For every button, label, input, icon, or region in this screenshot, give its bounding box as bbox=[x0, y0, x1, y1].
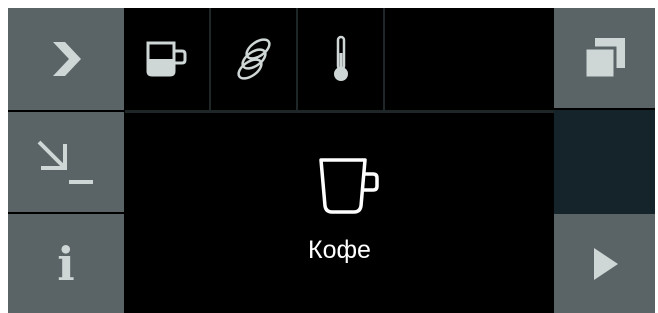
drink-label: Кофе bbox=[308, 236, 371, 264]
next-menu-button[interactable] bbox=[8, 8, 124, 110]
temperature-tile[interactable] bbox=[298, 8, 383, 110]
coffee-cup-icon bbox=[319, 158, 379, 214]
strip-divider bbox=[125, 110, 554, 113]
options-strip bbox=[125, 8, 553, 111]
arrow-down-right-icon bbox=[37, 140, 93, 184]
descale-button[interactable] bbox=[8, 112, 124, 212]
cup-size-tile[interactable] bbox=[125, 8, 209, 110]
drink-display: Кофе bbox=[125, 114, 554, 313]
chevron-right-icon bbox=[53, 42, 81, 76]
right-empty-slot bbox=[554, 110, 655, 214]
coffee-beans-icon bbox=[236, 38, 271, 80]
thermometer-icon bbox=[333, 35, 348, 81]
cup-fill-level-icon bbox=[146, 41, 187, 77]
info-icon: i bbox=[57, 236, 75, 291]
double-cup-icon bbox=[583, 38, 625, 80]
coffee-strength-tile[interactable] bbox=[211, 8, 296, 110]
start-button[interactable] bbox=[554, 214, 655, 313]
empty-tile bbox=[385, 8, 553, 110]
play-icon bbox=[593, 247, 618, 280]
control-panel: i Кофе bbox=[8, 8, 655, 313]
info-button[interactable]: i bbox=[8, 214, 124, 313]
double-cup-button[interactable] bbox=[554, 8, 655, 108]
